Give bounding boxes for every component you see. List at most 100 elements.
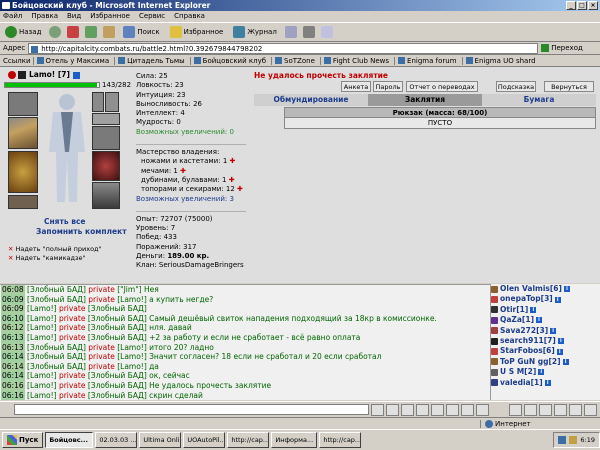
chat-timestamp[interactable]: 06:09	[1, 294, 25, 305]
info-icon[interactable]: i	[530, 306, 537, 313]
history-button[interactable]: Журнал	[231, 24, 278, 40]
menu-tools[interactable]: Сервис	[139, 11, 165, 22]
exit-button[interactable]	[584, 403, 597, 416]
user-name[interactable]: QaZa[1]	[500, 315, 534, 325]
gloves-slot[interactable]	[92, 126, 120, 150]
user-list-item[interactable]: Otir[1] i	[491, 305, 600, 315]
tab-paper[interactable]: Бумага	[482, 94, 596, 106]
plus-icon[interactable]: ✚	[229, 176, 235, 184]
menu-view[interactable]: Вид	[67, 11, 81, 22]
rings-slot[interactable]	[92, 113, 120, 125]
info-icon[interactable]: i	[538, 369, 545, 376]
boots-slot[interactable]	[92, 182, 120, 209]
character-name[interactable]: Lamo!	[29, 70, 55, 79]
minimize-button[interactable]: _	[566, 1, 576, 10]
link-item[interactable]: Бойцовский клуб	[189, 56, 269, 65]
inventory-button[interactable]	[524, 403, 537, 416]
chat-timestamp[interactable]: 06:13	[1, 342, 25, 353]
chat-timestamp[interactable]: 06:08	[1, 285, 25, 295]
print-button[interactable]	[302, 26, 315, 38]
menu-favorites[interactable]: Избранное	[90, 11, 130, 22]
info-button[interactable]	[569, 403, 582, 416]
menu-help[interactable]: Справка	[174, 11, 205, 22]
amulet-slot[interactable]	[105, 92, 119, 112]
user-list-item[interactable]: StarFobos[6] i	[491, 346, 600, 356]
user-list-item[interactable]: QaZa[1] i	[491, 315, 600, 325]
plus-icon[interactable]: ✚	[230, 157, 236, 165]
taskbar-item[interactable]: http://cap...	[319, 432, 362, 448]
link-item[interactable]: SoTZone	[271, 56, 318, 65]
chat-timestamp[interactable]: 06:14	[1, 371, 25, 381]
chat-timestamp[interactable]: 06:14	[1, 361, 25, 372]
return-button[interactable]: Вернуться	[544, 81, 594, 92]
set-option-1[interactable]: ✕ Надеть "полный приход"	[8, 245, 102, 253]
link-item[interactable]: Отель у Максима	[32, 56, 113, 65]
search-button[interactable]: Поиск	[121, 24, 161, 40]
user-list-item[interactable]: onepaTop[3] i	[491, 294, 600, 304]
delete-icon[interactable]: ✕	[8, 254, 13, 262]
hint-button[interactable]: Подсказка	[496, 81, 536, 92]
user-list-item[interactable]: search911[7] i	[491, 336, 600, 346]
refresh-users-button[interactable]	[509, 403, 522, 416]
user-name[interactable]: Sava272[3]	[500, 326, 548, 336]
start-button[interactable]: Пуск	[2, 432, 44, 448]
chat-timestamp[interactable]: 06:14	[1, 352, 25, 362]
send-button[interactable]	[371, 403, 384, 416]
back-button[interactable]: Назад	[3, 24, 43, 40]
info-icon[interactable]: i	[554, 296, 561, 303]
close-button[interactable]: ×	[588, 1, 598, 10]
user-list-item[interactable]: U S M[2] i	[491, 367, 600, 377]
link-item[interactable]: Enigma UO shard	[461, 56, 539, 65]
mail-button[interactable]	[554, 403, 567, 416]
go-button[interactable]: Переход	[541, 44, 583, 52]
settings-button[interactable]	[476, 403, 489, 416]
password-button[interactable]: Пароль	[373, 81, 403, 92]
armor-slot[interactable]	[8, 151, 38, 193]
user-name[interactable]: ToP GuN gg[2]	[500, 357, 561, 367]
taskbar-item[interactable]: UOAutoPil...	[183, 432, 226, 448]
link-item[interactable]: Fight Club News	[319, 56, 392, 65]
stop-button[interactable]	[67, 26, 80, 38]
info-icon[interactable]: i	[550, 327, 557, 334]
smiley-button[interactable]	[401, 403, 414, 416]
user-name[interactable]: valedia[1]	[500, 378, 543, 388]
remember-set-link[interactable]: Запомнить комплект	[36, 227, 127, 236]
info-icon[interactable]: i	[563, 286, 570, 293]
plus-icon[interactable]: ✚	[180, 167, 186, 175]
chat-timestamp[interactable]: 06:12	[1, 323, 25, 333]
user-name[interactable]: onepaTop[3]	[500, 294, 553, 304]
info-icon[interactable]: i	[544, 379, 551, 386]
profile-button[interactable]: Анкета	[341, 81, 371, 92]
helmet-slot[interactable]	[8, 92, 38, 116]
plus-icon[interactable]: ✚	[237, 185, 243, 193]
shield-slot[interactable]	[92, 151, 120, 181]
info-icon[interactable]: i	[556, 348, 563, 355]
earring-slot[interactable]	[92, 92, 104, 112]
menu-file[interactable]: Файл	[3, 11, 22, 22]
network-icon[interactable]	[558, 436, 567, 444]
chat-input[interactable]	[14, 404, 369, 415]
chat-mode-button[interactable]	[446, 403, 459, 416]
user-list-item[interactable]: valedia[1] i	[491, 378, 600, 388]
forward-button[interactable]	[49, 26, 62, 38]
link-item[interactable]: Enigma forum	[394, 56, 459, 65]
tab-spells[interactable]: Заклятия	[368, 94, 482, 106]
user-list-item[interactable]: ToP GuN gg[2] i	[491, 357, 600, 367]
maximize-button[interactable]: □	[577, 1, 587, 10]
link-item[interactable]: Цитадель Тьмы	[114, 56, 188, 65]
user-name[interactable]: Otir[1]	[500, 305, 528, 315]
mail-button[interactable]	[284, 26, 297, 38]
chat-timestamp[interactable]: 06:16	[1, 390, 25, 400]
user-list-item[interactable]: Olen Valmis[6] i	[491, 284, 600, 294]
user-name[interactable]: search911[7]	[500, 336, 556, 346]
transfers-report-button[interactable]: Отчет о переводах	[406, 81, 478, 92]
weapon-slot[interactable]	[8, 117, 38, 149]
address-input[interactable]: http://capitalcity.combats.ru/battle2.ht…	[28, 42, 539, 54]
user-name[interactable]: U S M[2]	[500, 367, 536, 377]
user-name[interactable]: Olen Valmis[6]	[500, 284, 562, 294]
filter-button[interactable]	[416, 403, 429, 416]
info-icon[interactable]	[72, 71, 80, 79]
taskbar-item[interactable]: Бойцовс...	[45, 432, 94, 448]
chat-timestamp[interactable]: 06:10	[1, 313, 25, 324]
menu-edit[interactable]: Правка	[31, 11, 58, 22]
